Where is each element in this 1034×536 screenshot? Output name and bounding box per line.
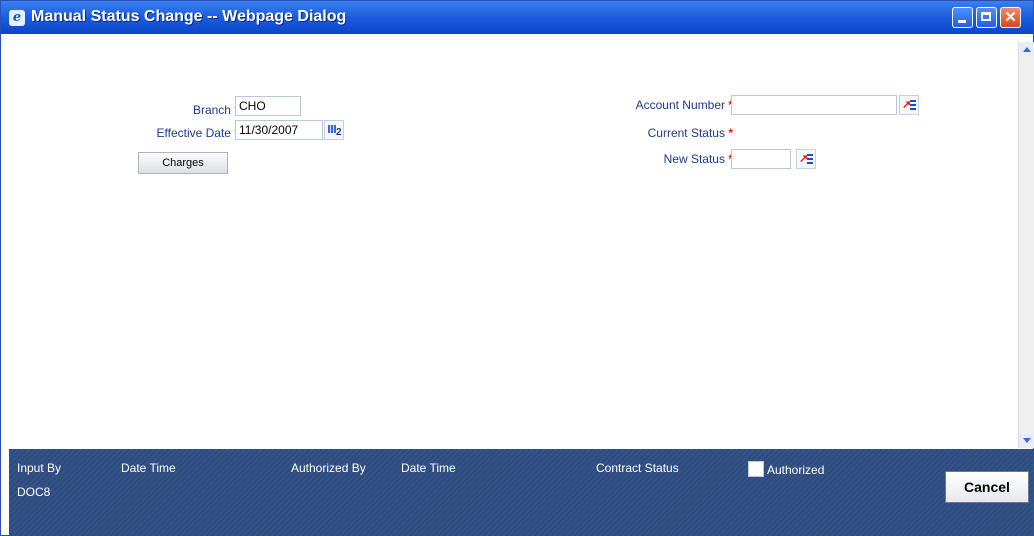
contract-status-label: Contract Status — [596, 461, 679, 475]
authorized-checkbox[interactable] — [748, 461, 764, 477]
branch-label-text: Branch — [192, 103, 231, 117]
required-mark: * — [728, 126, 733, 140]
close-icon: ✕ — [1004, 9, 1017, 26]
authorized-date-time-label: Date Time — [401, 461, 456, 475]
vertical-scrollbar[interactable] — [1018, 42, 1034, 448]
dialog-window: e Manual Status Change -- Webpage Dialog… — [0, 0, 1034, 536]
new-status-label: New Status * — [583, 152, 733, 166]
account-number-field[interactable] — [731, 95, 897, 115]
scroll-up-icon[interactable] — [1019, 42, 1034, 56]
input-by-label: Input By — [17, 461, 62, 475]
charges-button[interactable]: Charges — [138, 152, 228, 174]
branch-label: Branch * — [149, 103, 239, 117]
effective-date-label: Effective Date * — [129, 126, 240, 140]
window-title: Manual Status Change -- Webpage Dialog — [31, 8, 347, 25]
calendar-grid — [328, 125, 336, 133]
minimize-button[interactable] — [952, 7, 973, 28]
account-number-label-text: Account Number — [635, 98, 725, 112]
calendar-icon[interactable]: 2 — [324, 120, 344, 140]
input-by-value: DOC8 — [17, 485, 51, 499]
account-number-lov-icon[interactable]: ↗ — [899, 95, 919, 115]
maximize-button[interactable] — [976, 7, 997, 28]
new-status-field[interactable] — [731, 149, 791, 169]
authorized-label: Authorized — [767, 463, 825, 477]
new-status-label-text: New Status — [663, 152, 725, 166]
scroll-down-icon[interactable] — [1019, 434, 1034, 448]
branch-field[interactable] — [235, 96, 301, 116]
audit-footer: Input By DOC8 Date Time Authorized By Da… — [9, 449, 1033, 536]
title-bar[interactable]: e Manual Status Change -- Webpage Dialog… — [1, 1, 1033, 34]
cancel-button[interactable]: Cancel — [945, 471, 1029, 503]
ie-icon: e — [9, 10, 25, 26]
current-status-label-text: Current Status — [647, 126, 725, 140]
lov-lines — [807, 154, 813, 164]
close-button[interactable]: ✕ — [1000, 7, 1021, 28]
form-area: Branch * Effective Date * 2 Charges Acco… — [9, 42, 1017, 448]
new-status-lov-icon[interactable]: ↗ — [796, 149, 816, 169]
effective-date-label-text: Effective Date — [156, 126, 231, 140]
account-number-label: Account Number * — [583, 98, 733, 112]
current-status-label: Current Status * — [583, 126, 733, 140]
calendar-number: 2 — [336, 127, 342, 138]
authorized-by-label: Authorized By — [291, 461, 366, 475]
effective-date-field[interactable] — [235, 120, 323, 140]
lov-lines — [910, 100, 916, 110]
date-time-label: Date Time — [121, 461, 176, 475]
